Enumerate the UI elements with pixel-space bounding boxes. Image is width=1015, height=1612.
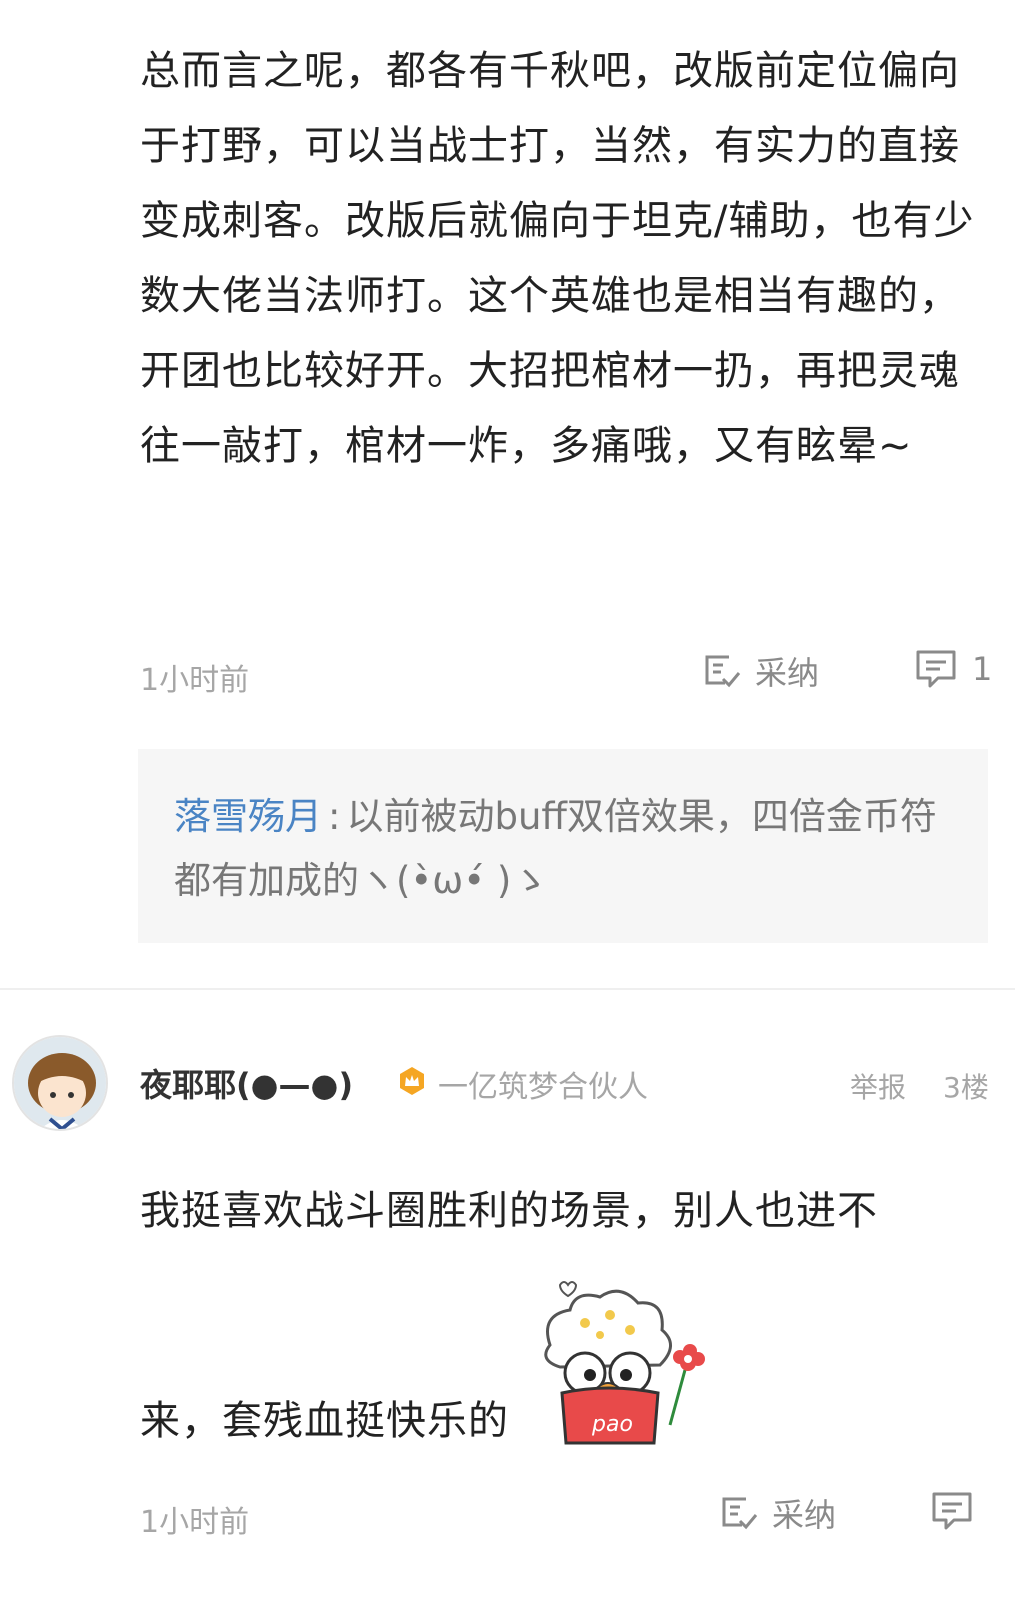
reply-body-line: 来，套残血挺快乐的 <box>140 1398 509 1444</box>
accept-edit-icon <box>703 653 741 689</box>
reply-body-line: 我挺喜欢战斗圈胜利的场景，别人也进不 <box>140 1188 878 1234</box>
comment-button[interactable] <box>930 1490 974 1532</box>
author-title: 一亿筑梦合伙人 <box>438 1070 648 1105</box>
sub-reply-separator: : <box>328 795 341 838</box>
comment-bubble-icon <box>914 648 958 690</box>
reply-body-text: 总而言之呢，都各有千秋吧，改版前定位偏向于打野，可以当战士打，当然，有实力的直接… <box>140 48 975 469</box>
sub-reply-username[interactable]: 落雪殇月 <box>174 795 322 838</box>
comment-count: 1 <box>972 650 993 688</box>
sticker-text: pao <box>591 1412 633 1437</box>
reply-timestamp: 1小时前 <box>140 1505 250 1540</box>
accept-edit-icon <box>720 1495 758 1531</box>
qa-answer-page: 总而言之呢，都各有千秋吧，改版前定位偏向于打野，可以当战士打，当然，有实力的直接… <box>0 0 1015 1612</box>
accept-button[interactable]: 采纳 <box>720 1490 836 1536</box>
accept-label: 采纳 <box>755 654 820 692</box>
accept-label: 采纳 <box>772 1496 837 1534</box>
reply-timestamp: 1小时前 <box>140 663 250 698</box>
comment-bubble-icon <box>930 1490 974 1532</box>
crown-badge-icon <box>397 1066 427 1100</box>
reply-divider <box>0 988 1015 990</box>
comment-button[interactable]: 1 <box>914 648 992 690</box>
report-button[interactable]: 举报 <box>850 1066 906 1106</box>
author-name[interactable]: 夜耶耶(●—●) <box>140 1060 353 1106</box>
popcorn-sticker: pao <box>530 1275 710 1450</box>
floor-number: 3楼 <box>943 1071 989 1104</box>
sub-reply-box[interactable]: 落雪殇月: 以前被动buff双倍效果，四倍金币符都有加成的ヽ(•̀ω•́ )ゝ <box>138 749 988 943</box>
avatar[interactable] <box>12 1035 108 1131</box>
accept-button[interactable]: 采纳 <box>703 648 819 694</box>
